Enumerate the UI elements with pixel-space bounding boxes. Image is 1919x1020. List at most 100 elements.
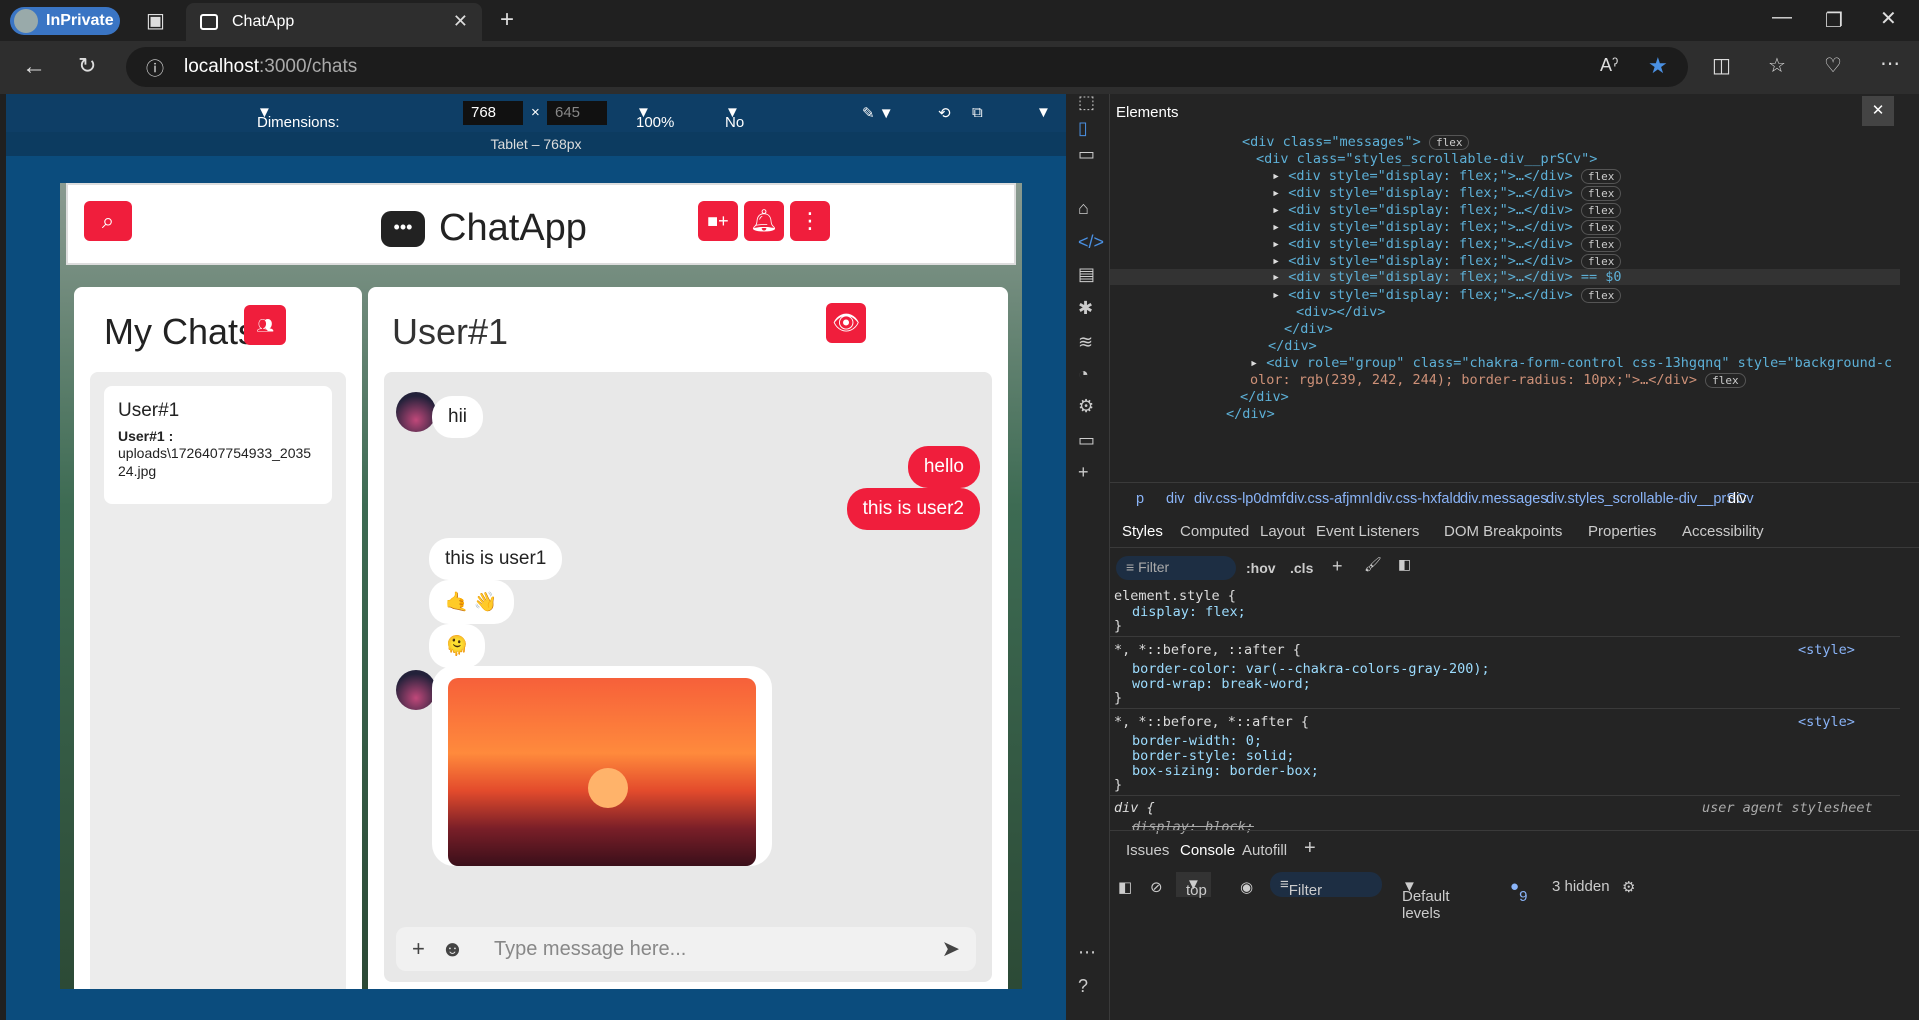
new-rule-plus-icon[interactable]: +: [1332, 556, 1343, 577]
view-profile-button[interactable]: 👁︎: [826, 303, 866, 343]
close-devtools-icon[interactable]: ✕: [1862, 96, 1894, 126]
style-line[interactable]: display: flex;: [1132, 604, 1246, 620]
tab-actions-icon[interactable]: ▣: [146, 8, 165, 33]
more-options-icon[interactable]: ▼: [1036, 104, 1051, 121]
dom-line-selected[interactable]: ▸ <div style="display: flex;">…</div> ==…: [1110, 269, 1900, 285]
hov-toggle[interactable]: :hov: [1246, 560, 1276, 576]
toggle-sidebar-icon[interactable]: ◧: [1398, 556, 1411, 573]
attach-plus-icon[interactable]: +: [412, 936, 425, 962]
favorites-icon[interactable]: ☆: [1768, 53, 1786, 78]
flex-badge[interactable]: flex: [1580, 254, 1622, 269]
messages-area[interactable]: hii hello this is user2 this is user1 🤙 …: [384, 372, 992, 982]
add-drawer-tab-icon[interactable]: +: [1304, 837, 1316, 860]
tab-layout[interactable]: Layout: [1260, 523, 1305, 540]
read-aloud-icon[interactable]: Aˀ: [1600, 55, 1618, 76]
welcome-home-icon[interactable]: ⌂: [1078, 198, 1089, 219]
help-icon[interactable]: ?: [1078, 976, 1088, 997]
tab-computed[interactable]: Computed: [1180, 523, 1249, 540]
tab-styles[interactable]: Styles: [1122, 523, 1163, 540]
close-tab-icon[interactable]: ✕: [453, 11, 468, 32]
style-line[interactable]: word-wrap: break-word;: [1132, 676, 1311, 692]
more-icon[interactable]: ⋯: [1078, 942, 1096, 963]
device-emulation-icon[interactable]: ▯: [1078, 118, 1088, 139]
dom-line[interactable]: ▸ <div style="display: flex;">…</div> fl…: [1272, 253, 1622, 269]
breadcrumb-item[interactable]: p: [1136, 491, 1144, 507]
menu-button[interactable]: ⋮: [790, 201, 830, 241]
video-call-button[interactable]: ■+: [698, 201, 738, 241]
log-levels-dropdown[interactable]: Default levels ▼: [1402, 878, 1450, 922]
dimensions-dropdown[interactable]: Dimensions: Responsive ▼: [257, 104, 340, 148]
tab-accessibility[interactable]: Accessibility: [1682, 523, 1764, 540]
style-source-link[interactable]: <style>: [1798, 714, 1855, 730]
tab-dom-breakpoints[interactable]: DOM Breakpoints: [1444, 523, 1562, 540]
emoji-icon[interactable]: ☻: [441, 936, 464, 962]
style-line[interactable]: border-style: solid;: [1132, 748, 1295, 764]
browser-essentials-icon[interactable]: ♡: [1824, 53, 1842, 78]
dom-line[interactable]: </div>: [1226, 406, 1275, 422]
back-icon[interactable]: ←: [22, 53, 46, 81]
send-icon[interactable]: ➤: [942, 936, 960, 962]
new-group-button[interactable]: 👥︎: [244, 305, 286, 345]
image-message[interactable]: [432, 666, 772, 866]
flex-badge[interactable]: flex: [1580, 203, 1622, 218]
search-button[interactable]: ⌕: [84, 201, 132, 241]
style-line[interactable]: border-color: var(--chakra-colors-gray-2…: [1132, 661, 1490, 677]
favorite-star-icon[interactable]: ★: [1648, 53, 1668, 79]
new-tab-icon[interactable]: +: [500, 6, 514, 34]
dom-line[interactable]: <div class="styles_scrollable-div__prSCv…: [1256, 151, 1597, 167]
dom-line[interactable]: </div>: [1240, 389, 1289, 405]
minimize-icon[interactable]: —: [1772, 6, 1792, 29]
tab-console[interactable]: Console: [1180, 842, 1235, 859]
sidebar-toggle-icon[interactable]: ◧: [1118, 878, 1132, 896]
preset-ruler[interactable]: Tablet – 768px: [6, 132, 1066, 156]
dom-line[interactable]: olor: rgb(239, 242, 244); border-radius:…: [1250, 372, 1746, 388]
inspect-icon[interactable]: ⬚: [1078, 92, 1095, 113]
cls-toggle[interactable]: .cls: [1290, 560, 1313, 576]
flex-badge[interactable]: flex: [1580, 220, 1622, 235]
zoom-dropdown[interactable]: 100% ▼: [636, 104, 674, 131]
breadcrumb-item[interactable]: div: [1728, 491, 1747, 507]
live-expression-eye-icon[interactable]: ◉: [1240, 878, 1253, 896]
sources-bug-icon[interactable]: ✱: [1078, 298, 1093, 319]
site-info-icon[interactable]: ⓘ: [146, 55, 164, 81]
flex-badge[interactable]: flex: [1580, 186, 1622, 201]
dom-line[interactable]: ▸ <div style="display: flex;">…</div> fl…: [1272, 287, 1622, 303]
tab-chatapp[interactable]: ChatApp ✕: [186, 3, 482, 41]
application-icon[interactable]: ▭: [1078, 430, 1095, 451]
style-source-link[interactable]: <style>: [1798, 642, 1855, 658]
flex-badge[interactable]: flex: [1580, 169, 1622, 184]
tab-autofill[interactable]: Autofill: [1242, 842, 1287, 859]
dom-line[interactable]: </div>: [1284, 321, 1333, 337]
dom-line[interactable]: ▸ <div style="display: flex;">…</div> fl…: [1272, 236, 1622, 252]
context-dropdown[interactable]: top ▼: [1176, 872, 1211, 899]
breadcrumb-item[interactable]: div.messages: [1460, 491, 1548, 507]
throttling-dropdown[interactable]: No throttling ▼: [725, 104, 783, 148]
styles-filter-input[interactable]: ≡ Filter: [1116, 556, 1236, 580]
dom-tree[interactable]: <div class="messages"> flex <div class="…: [1110, 130, 1900, 478]
dom-line[interactable]: ▸ <div role="group" class="chakra-form-c…: [1250, 355, 1892, 371]
tab-issues[interactable]: Issues: [1126, 842, 1169, 859]
issues-counter[interactable]: ● 9: [1510, 878, 1527, 905]
url-field[interactable]: ⓘ localhost:3000/chats Aˀ ★: [126, 47, 1688, 87]
restore-icon[interactable]: ❐: [1825, 8, 1843, 33]
flex-badge[interactable]: flex: [1705, 373, 1746, 388]
dom-line[interactable]: </div>: [1268, 338, 1317, 354]
breadcrumb-item[interactable]: div.css-hxfald: [1374, 491, 1461, 507]
rotate-icon[interactable]: ⟲: [938, 104, 951, 122]
clear-console-icon[interactable]: ⊘: [1150, 878, 1163, 896]
flex-badge[interactable]: flex: [1580, 237, 1622, 252]
memory-icon[interactable]: ⚙: [1078, 396, 1094, 417]
dom-line[interactable]: ▸ <div style="display: flex;">…</div> fl…: [1272, 219, 1622, 235]
breadcrumb-item[interactable]: div.styles_scrollable-div__prSCv: [1546, 491, 1754, 507]
dom-line[interactable]: <div></div>: [1296, 304, 1385, 320]
close-window-icon[interactable]: ✕: [1880, 6, 1897, 31]
dom-line[interactable]: ▸ <div style="display: flex;">…</div> fl…: [1272, 202, 1622, 218]
paint-brush-icon[interactable]: 🖌︎: [1364, 556, 1382, 573]
more-tools-plus-icon[interactable]: +: [1078, 462, 1089, 483]
performance-icon[interactable]: ◔: [1078, 364, 1089, 385]
split-screen-icon[interactable]: ◫: [1712, 53, 1731, 78]
elements-code-icon[interactable]: </>: [1078, 232, 1104, 253]
breadcrumb-item[interactable]: div.css-lp0dmf: [1194, 491, 1286, 507]
refresh-icon[interactable]: ↻: [78, 53, 96, 79]
style-line[interactable]: box-sizing: border-box;: [1132, 763, 1319, 779]
